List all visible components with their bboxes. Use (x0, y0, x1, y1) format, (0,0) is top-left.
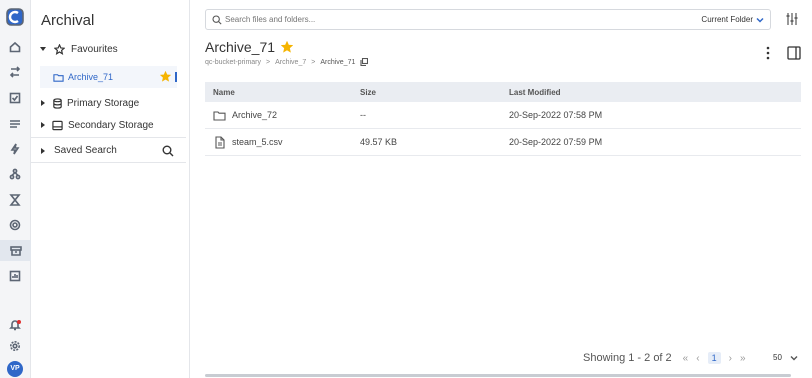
modified-cell: 20-Sep-2022 07:58 PM (509, 110, 603, 120)
scope-label: Current Folder (701, 15, 753, 24)
folder-icon (213, 110, 226, 121)
more-options-icon[interactable] (764, 45, 772, 61)
breadcrumb-item[interactable]: qc-bucket-primary (205, 59, 261, 66)
report-icon[interactable] (6, 267, 24, 285)
per-page-value: 50 (773, 353, 782, 362)
selected-indicator (175, 72, 177, 82)
breadcrumb-separator: > (311, 58, 316, 66)
name-cell: steam_5.csv (205, 135, 354, 149)
favourite-item-label: Archive_71 (68, 72, 114, 82)
table-row[interactable]: Archive_72 -- 20-Sep-2022 07:58 PM (205, 102, 801, 129)
modified-cell: 20-Sep-2022 07:59 PM (509, 137, 603, 147)
search-icon (212, 14, 222, 25)
file-icon (215, 135, 225, 149)
tree-item-favourites[interactable]: Favourites (31, 39, 186, 59)
tree-item-saved-search[interactable]: Saved Search (31, 139, 186, 163)
page-title: Archive_71 (205, 39, 294, 55)
file-name[interactable]: steam_5.csv (232, 137, 283, 147)
app-window: VP Archival Favourites Archive_71 Primar… (0, 0, 812, 378)
saved-search-label: Saved Search (54, 145, 117, 156)
sidebar-title: Archival (41, 12, 95, 29)
sidebar-divider (31, 137, 186, 138)
search-icon[interactable] (162, 145, 174, 157)
breadcrumb-item[interactable]: Archive_7 (275, 59, 306, 66)
column-header-size[interactable]: Size (354, 88, 503, 97)
gear-cog-icon[interactable] (6, 216, 24, 234)
secondary-storage-label: Secondary Storage (68, 119, 154, 131)
filter-settings-icon[interactable] (784, 11, 800, 27)
file-table: Name Size Last Modified Archive_72 -- 20… (205, 82, 801, 156)
last-page-icon[interactable]: » (740, 353, 746, 364)
chevron-right-icon[interactable] (41, 100, 45, 106)
table-row[interactable]: steam_5.csv 49.57 KB 20-Sep-2022 07:59 P… (205, 129, 801, 156)
transform-icon[interactable] (6, 191, 24, 209)
tasks-icon[interactable] (6, 89, 24, 107)
prev-page-icon[interactable]: ‹ (696, 353, 699, 364)
chevron-down-icon (756, 17, 764, 23)
per-page-select[interactable]: 50 (773, 353, 798, 362)
list-icon[interactable] (6, 115, 24, 133)
pagination: Showing 1 - 2 of 2 « ‹ 1 › » (583, 352, 746, 364)
favourite-item-archive-71[interactable]: Archive_71 (40, 66, 177, 88)
toggle-panel-icon[interactable] (787, 46, 801, 60)
database-icon (53, 97, 62, 109)
search-input[interactable] (225, 15, 605, 24)
table-header: Name Size Last Modified (205, 82, 801, 102)
favourites-label: Favourites (71, 43, 118, 55)
size-cell: 49.57 KB (360, 137, 398, 147)
name-cell: Archive_72 (205, 109, 354, 122)
app-logo (6, 8, 24, 26)
avatar[interactable]: VP (7, 361, 23, 377)
connections-icon[interactable] (6, 63, 24, 81)
tree-item-primary-storage[interactable]: Primary Storage (31, 93, 186, 113)
horizontal-scrollbar[interactable] (205, 374, 791, 377)
star-filled-icon[interactable] (160, 71, 171, 82)
chevron-down-icon[interactable] (40, 47, 46, 51)
star-filled-icon[interactable] (281, 41, 294, 53)
chevron-right-icon[interactable] (41, 147, 45, 154)
folder-icon (53, 73, 64, 82)
notifications-icon[interactable] (6, 316, 24, 334)
scope-dropdown[interactable]: Current Folder (701, 15, 764, 24)
current-page[interactable]: 1 (707, 352, 721, 364)
archive-icon[interactable] (0, 240, 31, 261)
settings-icon[interactable] (6, 337, 24, 355)
size-cell: -- (360, 110, 366, 120)
file-name[interactable]: Archive_72 (232, 110, 277, 120)
primary-storage-label: Primary Storage (67, 97, 140, 109)
showing-count: Showing 1 - 2 of 2 (583, 352, 672, 364)
network-icon[interactable] (6, 165, 24, 183)
home-icon[interactable] (6, 38, 24, 56)
notification-dot (17, 320, 21, 324)
folder-title: Archive_71 (205, 39, 276, 55)
breadcrumb-current: Archive_71 (320, 58, 356, 66)
archival-sidebar: Archival Favourites Archive_71 Primary S… (31, 0, 190, 378)
drive-icon (52, 120, 63, 130)
copy-icon[interactable] (360, 58, 369, 66)
chevron-down-icon (790, 355, 798, 360)
breadcrumb-separator: > (266, 58, 271, 66)
next-page-icon[interactable]: › (729, 353, 732, 364)
chevron-right-icon[interactable] (41, 122, 45, 128)
bolt-icon[interactable] (6, 140, 24, 158)
breadcrumb: qc-bucket-primary > Archive_7 > Archive_… (205, 58, 369, 66)
column-header-modified[interactable]: Last Modified (503, 88, 703, 97)
star-outline-icon (54, 43, 65, 55)
nav-rail: VP (0, 0, 31, 378)
column-header-name[interactable]: Name (205, 88, 354, 97)
main-panel: Current Folder Archive_71 qc-bucket-prim… (190, 0, 812, 378)
first-page-icon[interactable]: « (683, 353, 689, 364)
search-bar[interactable]: Current Folder (205, 9, 771, 30)
tree-item-secondary-storage[interactable]: Secondary Storage (31, 115, 186, 135)
